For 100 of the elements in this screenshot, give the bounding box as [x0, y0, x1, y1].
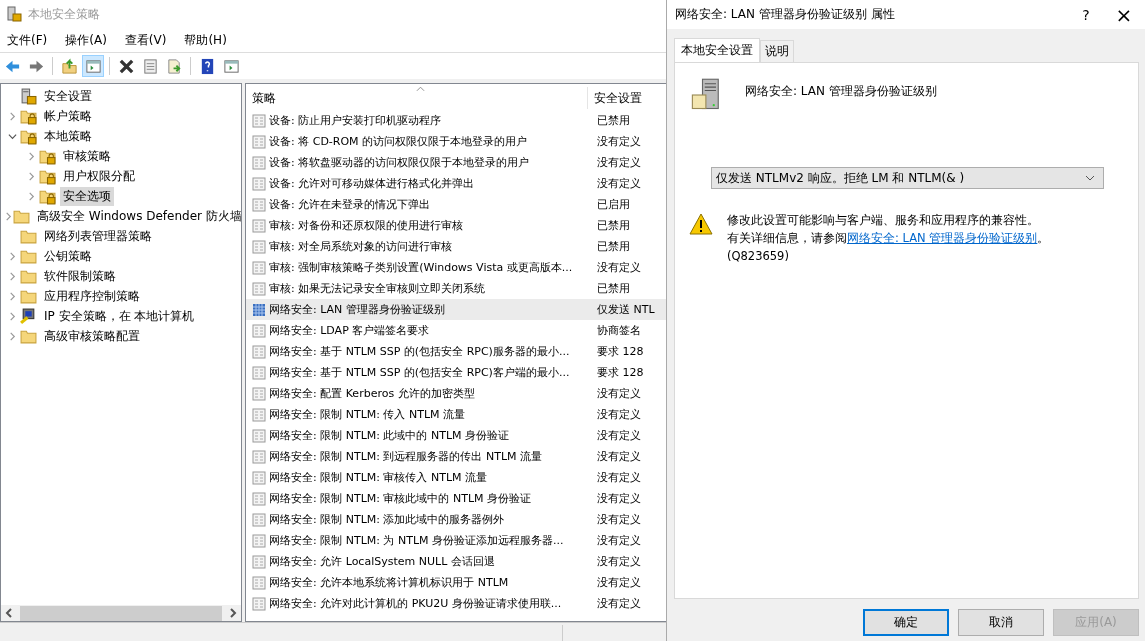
menu-item[interactable]: 帮助(H) — [179, 29, 232, 51]
tree-item[interactable]: 应用程序控制策略 — [41, 286, 143, 306]
policy-setting: 没有定义 — [596, 491, 641, 506]
scroll-right-icon[interactable] — [228, 608, 238, 618]
tab[interactable]: 说明 — [760, 40, 794, 62]
policy-row[interactable]: 设备: 防止用户安装打印机驱动程序 已禁用 — [246, 110, 666, 131]
policy-setting: 没有定义 — [596, 428, 641, 443]
dialog-button[interactable]: 确定 — [863, 609, 949, 636]
policy-setting: 没有定义 — [596, 449, 641, 464]
column-header[interactable]: 策略 — [246, 87, 588, 109]
policy-row[interactable]: 设备: 允许对可移动媒体进行格式化并弹出 没有定义 — [246, 173, 666, 194]
policy-icon — [252, 281, 266, 296]
expand-chevron-icon[interactable] — [7, 311, 17, 321]
policy-name: 网络安全: LDAP 客户端签名要求 — [269, 323, 431, 338]
tree-item[interactable]: 用户权限分配 — [60, 166, 138, 186]
policy-icon — [252, 470, 266, 485]
policy-row[interactable]: 网络安全: 配置 Kerberos 允许的加密类型 没有定义 — [246, 383, 666, 404]
app-icon — [6, 6, 22, 22]
expand-chevron-icon[interactable] — [7, 331, 17, 341]
policy-row[interactable]: 网络安全: 基于 NTLM SSP 的(包括安全 RPC)客户端的最小... 要求 128 — [246, 362, 666, 383]
policy-title: 网络安全: LAN 管理器身份验证级别 — [745, 83, 937, 100]
tree-item[interactable]: 软件限制策略 — [41, 266, 119, 286]
policy-setting: 没有定义 — [596, 533, 641, 548]
policy-row[interactable]: 设备: 允许在未登录的情况下弹出 已启用 — [246, 194, 666, 215]
policy-icon — [252, 428, 266, 443]
policy-icon — [252, 533, 266, 548]
policy-setting: 没有定义 — [596, 575, 641, 590]
policy-row[interactable]: 网络安全: 限制 NTLM: 到远程服务器的传出 NTLM 流量 没有定义 — [246, 446, 666, 467]
policy-setting: 已禁用 — [596, 239, 630, 254]
tree-item[interactable]: 安全选项 — [60, 186, 114, 206]
scroll-left-icon[interactable] — [4, 608, 14, 618]
policy-row[interactable]: 网络安全: 限制 NTLM: 审核此域中的 NTLM 身份验证 没有定义 — [246, 488, 666, 509]
policy-row[interactable]: 审核: 对全局系统对象的访问进行审核 已禁用 — [246, 236, 666, 257]
policy-row[interactable]: 审核: 对备份和还原权限的使用进行审核 已禁用 — [246, 215, 666, 236]
menu-item[interactable]: 文件(F) — [2, 29, 53, 51]
expand-chevron-icon[interactable] — [4, 211, 13, 221]
horizontal-scrollbar[interactable] — [1, 605, 241, 621]
policy-name: 网络安全: 允许 LocalSystem NULL 会话回退 — [269, 554, 496, 569]
policy-icon — [252, 596, 266, 611]
kb-reference: (Q823659) — [727, 248, 790, 265]
policy-name: 网络安全: 配置 Kerberos 允许的加密类型 — [269, 386, 476, 401]
policy-row[interactable]: 网络安全: 允许对此计算机的 PKU2U 身份验证请求使用联... 没有定义 — [246, 593, 666, 614]
show-tree-button[interactable] — [82, 55, 104, 77]
expand-chevron-icon[interactable] — [26, 151, 36, 161]
help-link[interactable]: 网络安全: LAN 管理器身份验证级别 — [847, 231, 1038, 245]
policy-setting: 没有定义 — [596, 554, 641, 569]
column-header[interactable]: 安全设置 — [588, 87, 666, 109]
tree-item[interactable]: 审核策略 — [60, 146, 114, 166]
collapse-chevron-icon[interactable] — [7, 131, 17, 141]
expand-chevron-icon[interactable] — [26, 191, 36, 201]
more-info-text: 有关详细信息，请参阅网络安全: LAN 管理器身份验证级别。 — [727, 230, 1050, 247]
policy-icon — [252, 365, 266, 380]
policy-row[interactable]: 审核: 如果无法记录安全审核则立即关闭系统 已禁用 — [246, 278, 666, 299]
policy-row[interactable]: 审核: 强制审核策略子类别设置(Windows Vista 或更高版本... 没有定义 — [246, 257, 666, 278]
close-button[interactable]: × — [1109, 2, 1139, 27]
expand-chevron-icon[interactable] — [7, 291, 17, 301]
expand-chevron-icon[interactable] — [7, 251, 17, 261]
policy-row[interactable]: 网络安全: 允许 LocalSystem NULL 会话回退 没有定义 — [246, 551, 666, 572]
tree-item[interactable]: 高级审核策略配置 — [41, 326, 143, 346]
expand-chevron-icon[interactable] — [26, 171, 36, 181]
setting-dropdown[interactable]: 仅发送 NTLMv2 响应。拒绝 LM 和 NTLM(& ) — [711, 167, 1104, 189]
help-button[interactable]: ? — [1071, 6, 1101, 23]
tree-item[interactable]: 安全设置 — [41, 86, 95, 106]
menu-item[interactable]: 查看(V) — [119, 29, 172, 51]
policy-setting: 没有定义 — [596, 470, 641, 485]
tab[interactable]: 本地安全设置 — [674, 38, 760, 62]
policy-row[interactable]: 网络安全: 限制 NTLM: 此域中的 NTLM 身份验证 没有定义 — [246, 425, 666, 446]
policy-setting: 没有定义 — [596, 176, 641, 191]
policy-icon — [252, 575, 266, 590]
policy-row[interactable]: 网络安全: 限制 NTLM: 添加此域中的服务器例外 没有定义 — [246, 509, 666, 530]
computer-key-icon — [20, 307, 37, 325]
tree-item[interactable]: 网络列表管理器策略 — [41, 226, 155, 246]
tree-item[interactable]: 帐户策略 — [41, 106, 95, 126]
policy-row[interactable]: 网络安全: LDAP 客户端签名要求 协商签名 — [246, 320, 666, 341]
tree-item[interactable]: IP 安全策略，在 本地计算机 — [41, 306, 198, 326]
policy-setting: 没有定义 — [596, 260, 641, 275]
expand-chevron-icon[interactable] — [7, 111, 17, 121]
policy-name: 设备: 允许在未登录的情况下弹出 — [269, 197, 432, 212]
policy-row[interactable]: 网络安全: 允许本地系统将计算机标识用于 NTLM 没有定义 — [246, 572, 666, 593]
policy-icon — [252, 134, 266, 149]
policy-row[interactable]: 网络安全: 限制 NTLM: 传入 NTLM 流量 没有定义 — [246, 404, 666, 425]
expand-chevron-icon[interactable] — [7, 271, 17, 281]
policy-row[interactable]: 设备: 将软盘驱动器的访问权限仅限于本地登录的用户 没有定义 — [246, 152, 666, 173]
tree-item[interactable]: 本地策略 — [41, 126, 95, 146]
policy-row[interactable]: 网络安全: 限制 NTLM: 为 NTLM 身份验证添加远程服务器... 没有定义 — [246, 530, 666, 551]
tree-item[interactable]: 公钥策略 — [41, 246, 95, 266]
policy-setting: 仅发送 NTL — [596, 302, 655, 317]
policy-row[interactable]: 网络安全: LAN 管理器身份验证级别 仅发送 NTL — [246, 299, 666, 320]
policy-name: 网络安全: 基于 NTLM SSP 的(包括安全 RPC)客户端的最小... — [269, 365, 571, 380]
policy-icon — [252, 554, 266, 569]
policy-name: 网络安全: 允许对此计算机的 PKU2U 身份验证请求使用联... — [269, 596, 563, 611]
policy-row[interactable]: 网络安全: 限制 NTLM: 审核传入 NTLM 流量 没有定义 — [246, 467, 666, 488]
export-icon — [165, 57, 183, 75]
tree-item[interactable]: 高级安全 Windows Defender 防火墙 — [34, 206, 241, 226]
dialog-button[interactable]: 取消 — [958, 609, 1044, 636]
policy-setting: 没有定义 — [596, 512, 641, 527]
x-icon — [117, 57, 135, 75]
policy-row[interactable]: 网络安全: 基于 NTLM SSP 的(包括安全 RPC)服务器的最小... 要求 128 — [246, 341, 666, 362]
menu-item[interactable]: 操作(A) — [60, 29, 112, 51]
policy-row[interactable]: 设备: 将 CD-ROM 的访问权限仅限于本地登录的用户 没有定义 — [246, 131, 666, 152]
